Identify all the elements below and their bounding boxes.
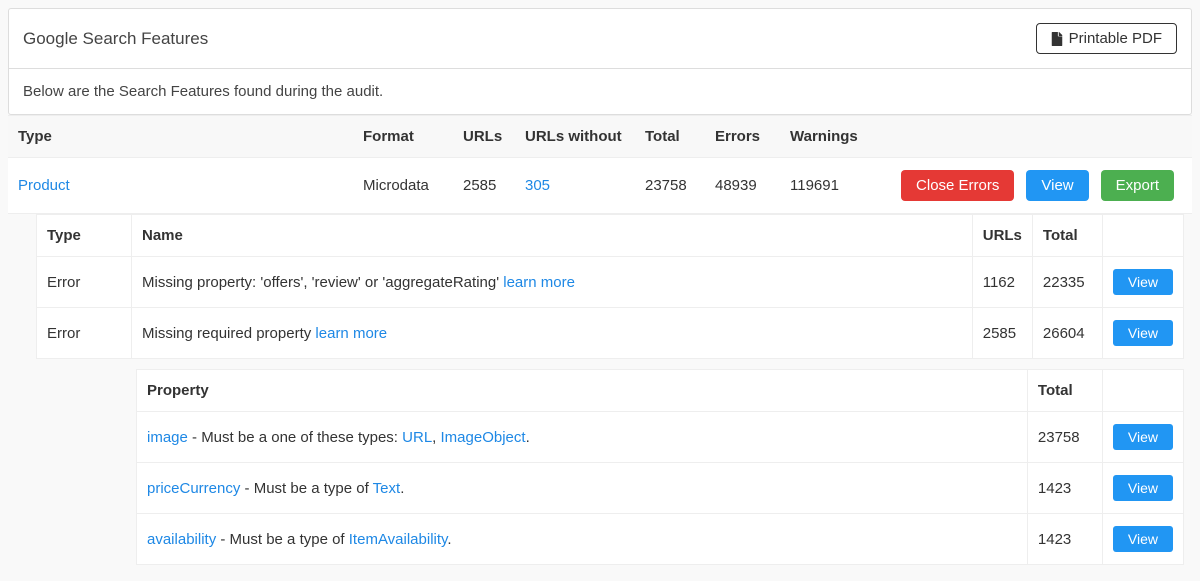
type-link[interactable]: URL	[402, 429, 432, 446]
close-errors-button[interactable]: Close Errors	[901, 170, 1014, 201]
property-desc: availability - Must be a type of ItemAva…	[137, 514, 1028, 565]
view-button[interactable]: View	[1113, 475, 1173, 501]
prop-col-property: Property	[137, 370, 1028, 412]
error-urls: 1162	[972, 257, 1032, 308]
page-title: Google Search Features	[23, 29, 208, 49]
total-value: 23758	[635, 158, 705, 214]
errors-value: 48939	[705, 158, 780, 214]
col-format: Format	[353, 116, 453, 158]
error-type: Error	[37, 257, 132, 308]
type-link[interactable]: ItemAvailability	[349, 531, 448, 548]
property-desc: priceCurrency - Must be a type of Text.	[137, 463, 1028, 514]
property-desc: image - Must be a one of these types: UR…	[137, 412, 1028, 463]
learn-more-link[interactable]: learn more	[503, 274, 575, 291]
properties-table: Property Total image - Must be a one of …	[136, 369, 1184, 565]
errors-table: Type Name URLs Total Error Missing prope…	[36, 214, 1184, 359]
view-button[interactable]: View	[1113, 424, 1173, 450]
audit-subtext: Below are the Search Features found duri…	[9, 69, 1191, 114]
error-urls: 2585	[972, 308, 1032, 359]
property-total: 23758	[1027, 412, 1102, 463]
property-link[interactable]: priceCurrency	[147, 480, 240, 497]
property-link[interactable]: availability	[147, 531, 216, 548]
error-total: 22335	[1032, 257, 1102, 308]
error-name: Missing required property learn more	[132, 308, 973, 359]
table-row: Error Missing required property learn mo…	[37, 308, 1184, 359]
prop-col-total: Total	[1027, 370, 1102, 412]
col-urls: URLs	[453, 116, 515, 158]
learn-more-link[interactable]: learn more	[315, 325, 387, 342]
col-warnings: Warnings	[780, 116, 870, 158]
view-button[interactable]: View	[1026, 170, 1088, 201]
table-row: image - Must be a one of these types: UR…	[137, 412, 1184, 463]
urls-without-link[interactable]: 305	[525, 177, 550, 194]
error-type: Error	[37, 308, 132, 359]
col-type: Type	[8, 116, 353, 158]
property-link[interactable]: image	[147, 429, 188, 446]
table-row: Error Missing property: 'offers', 'revie…	[37, 257, 1184, 308]
col-total: Total	[635, 116, 705, 158]
file-icon	[1051, 32, 1063, 46]
error-name: Missing property: 'offers', 'review' or …	[132, 257, 973, 308]
type-link[interactable]: Text	[373, 480, 401, 497]
error-total: 26604	[1032, 308, 1102, 359]
col-errors: Errors	[705, 116, 780, 158]
err-col-urls: URLs	[972, 215, 1032, 257]
err-col-type: Type	[37, 215, 132, 257]
printable-pdf-label: Printable PDF	[1069, 30, 1162, 47]
table-row: Product Microdata 2585 305 23758 48939 1…	[8, 158, 1192, 214]
property-total: 1423	[1027, 514, 1102, 565]
err-col-name: Name	[132, 215, 973, 257]
property-total: 1423	[1027, 463, 1102, 514]
type-link[interactable]: ImageObject	[441, 429, 526, 446]
format-value: Microdata	[353, 158, 453, 214]
view-button[interactable]: View	[1113, 526, 1173, 552]
product-link[interactable]: Product	[18, 177, 70, 194]
export-button[interactable]: Export	[1101, 170, 1174, 201]
view-button[interactable]: View	[1113, 269, 1173, 295]
main-table: Type Format URLs URLs without Total Erro…	[8, 115, 1192, 214]
urls-value: 2585	[453, 158, 515, 214]
table-row: availability - Must be a type of ItemAva…	[137, 514, 1184, 565]
warnings-value: 119691	[780, 158, 870, 214]
table-row: priceCurrency - Must be a type of Text. …	[137, 463, 1184, 514]
view-button[interactable]: View	[1113, 320, 1173, 346]
printable-pdf-button[interactable]: Printable PDF	[1036, 23, 1177, 54]
col-urls-without: URLs without	[515, 116, 635, 158]
err-col-total: Total	[1032, 215, 1102, 257]
